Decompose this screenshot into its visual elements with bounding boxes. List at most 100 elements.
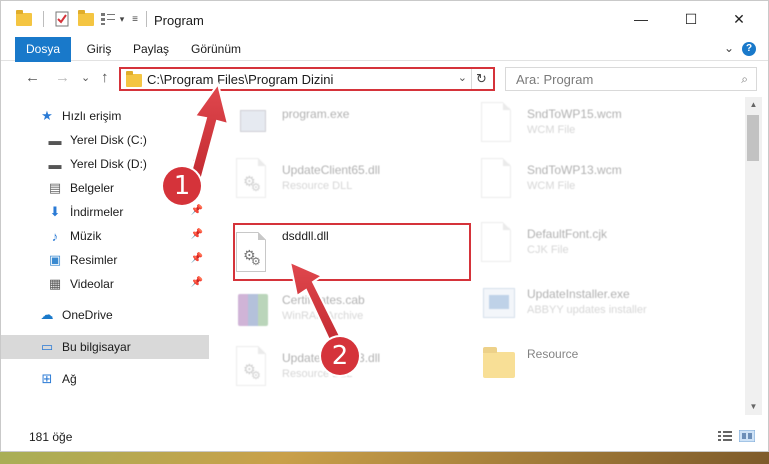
sidebar-item-onedrive[interactable]: ☁ OneDrive (1, 303, 209, 327)
search-placeholder: Ara: Program (516, 72, 594, 87)
tab-share[interactable]: Paylaş (127, 37, 175, 61)
archive-icon (236, 288, 270, 330)
file-item[interactable]: ⚙ ⚙ UpdateClient65.dll Resource DLL (226, 153, 471, 205)
file-item[interactable]: SndToWP13.wcm WCM File (471, 153, 716, 205)
recent-locations-button[interactable]: ⌄ (81, 68, 90, 88)
documents-icon: ▤ (48, 180, 62, 195)
file-type: Resource DLL (282, 180, 353, 192)
installer-icon (481, 282, 515, 324)
pin-icon[interactable]: 📌 (191, 277, 203, 288)
scroll-down-icon[interactable]: ▼ (745, 399, 762, 415)
sidebar-item-label: Bu bilgisayar (62, 340, 131, 354)
item-count: 181 öğe (29, 430, 73, 444)
file-type: WCM File (527, 180, 576, 192)
pictures-icon: ▣ (48, 252, 62, 267)
star-icon: ★ (41, 108, 53, 123)
divider (43, 11, 44, 27)
up-button[interactable]: ↑ (101, 68, 109, 88)
file-name: SndToWP15.wcm (527, 107, 622, 121)
file-type: WinRAR Archive (282, 310, 364, 322)
address-bar[interactable]: C:\Program Files\Program Dizini ⌄ ↻ (119, 67, 495, 91)
network-icon: ⊞ (41, 371, 53, 386)
ribbon-expand-icon[interactable]: ⌄ (724, 41, 734, 55)
explorer-window: ▾ ≡ Program — ☐ ✕ Dosya Giriş Paylaş Gör… (0, 0, 769, 452)
file-name: Resource (527, 347, 579, 361)
window-title: Program (154, 13, 204, 28)
folder-item[interactable]: Resource (471, 337, 716, 389)
back-button[interactable]: ← (25, 68, 40, 88)
step-2-badge: 2 (321, 337, 359, 375)
sidebar-item-local-disk-c[interactable]: ▬ Yerel Disk (C:) (1, 128, 209, 152)
navigation-pane: ★ Hızlı erişim ▬ Yerel Disk (C:) ▬ Yerel… (1, 97, 209, 415)
scroll-up-icon[interactable]: ▲ (745, 97, 762, 113)
file-item[interactable]: Certificates.cab WinRAR Archive (226, 283, 471, 335)
address-path[interactable]: C:\Program Files\Program Dizini (147, 72, 333, 87)
minimize-button[interactable]: — (618, 1, 664, 37)
search-icon: ⌕ (741, 72, 748, 86)
document-icon (481, 102, 515, 144)
file-name: DefaultFont.cjk (527, 227, 608, 241)
search-input[interactable]: Ara: Program ⌕ (505, 67, 757, 91)
tab-view[interactable]: Görünüm (185, 37, 247, 61)
exe-file-icon (236, 102, 270, 144)
sidebar-item-quick-access[interactable]: ★ Hızlı erişim (1, 104, 209, 128)
pin-icon[interactable]: 📌 (191, 253, 203, 264)
file-name: program.exe (282, 107, 350, 121)
file-name: UpdateInstaller.exe (527, 287, 630, 301)
sidebar-item-this-pc[interactable]: ▭ Bu bilgisayar (1, 335, 209, 359)
drive-icon: ▬ (48, 132, 62, 148)
file-type: CJK File (527, 244, 569, 256)
sidebar-item-label: Yerel Disk (C:) (70, 133, 147, 147)
new-folder-icon[interactable] (77, 9, 95, 28)
file-type: WCM File (527, 124, 576, 136)
file-name: Certificates.cab (282, 293, 365, 307)
qat-more-icon[interactable]: ≡ (129, 10, 141, 28)
properties-icon[interactable] (53, 10, 71, 28)
sidebar-item-label: Hızlı erişim (62, 109, 122, 123)
maximize-button[interactable]: ☐ (668, 1, 714, 37)
dll-file-icon: ⚙ ⚙ (236, 346, 270, 388)
close-button[interactable]: ✕ (716, 1, 762, 37)
folder-icon (481, 342, 515, 384)
divider (146, 11, 147, 27)
videos-icon: ▦ (48, 276, 62, 291)
refresh-button[interactable]: ↻ (471, 69, 491, 89)
details-view-icon[interactable] (717, 430, 733, 442)
file-type: ABBYY updates installer (527, 304, 647, 316)
file-item[interactable]: DefaultFont.cjk CJK File (471, 217, 716, 269)
help-icon[interactable]: ? (742, 42, 756, 56)
forward-button[interactable]: → (55, 68, 70, 88)
qat-dropdown-icon[interactable]: ▾ (117, 10, 127, 28)
file-name: UpdateClient65.dll (282, 163, 381, 177)
sidebar-item-label: OneDrive (62, 308, 113, 322)
file-item[interactable]: UpdateInstaller.exe ABBYY updates instal… (471, 277, 716, 329)
sidebar-item-label: Müzik (70, 229, 102, 243)
pin-icon[interactable]: 📌 (191, 157, 203, 168)
file-item[interactable]: SndToWP15.wcm WCM File (471, 97, 716, 149)
folder-icon (126, 71, 142, 87)
sidebar-item-network[interactable]: ⊞ Ağ (1, 367, 209, 391)
address-dropdown-icon[interactable]: ⌄ (458, 71, 467, 84)
pin-icon[interactable]: 📌 (191, 205, 203, 216)
status-bar: 181 öğe (1, 425, 768, 447)
ribbon-tabs: Dosya Giriş Paylaş Görünüm ⌄ ? (1, 37, 768, 89)
customize-toolbar-icon[interactable] (99, 10, 117, 28)
scroll-thumb[interactable] (747, 115, 759, 161)
sidebar-item-label: Yerel Disk (D:) (70, 157, 147, 171)
sidebar-item-label: Resimler (70, 253, 118, 267)
download-icon: ⬇ (49, 204, 61, 219)
highlight-box (233, 223, 471, 281)
folder-icon (15, 9, 33, 28)
cloud-icon: ☁ (40, 307, 54, 322)
file-item[interactable]: program.exe (226, 97, 471, 149)
navigation-bar: ← → ⌄ ↑ C:\Program Files\Program Dizini … (1, 62, 768, 94)
large-icons-view-icon[interactable] (739, 430, 755, 442)
sidebar-item-label: Belgeler (70, 181, 115, 195)
vertical-scrollbar[interactable]: ▲ ▼ (745, 97, 762, 415)
dll-file-icon: ⚙ ⚙ (236, 158, 270, 200)
sidebar-item-music[interactable]: ♪ Müzik 📌 (1, 224, 209, 248)
sidebar-item-pictures[interactable]: ▣ Resimler 📌 (1, 248, 209, 272)
tab-home[interactable]: Giriş (79, 37, 119, 61)
pin-icon[interactable]: 📌 (191, 229, 203, 240)
sidebar-item-videos[interactable]: ▦ Videolar 📌 (1, 272, 209, 296)
